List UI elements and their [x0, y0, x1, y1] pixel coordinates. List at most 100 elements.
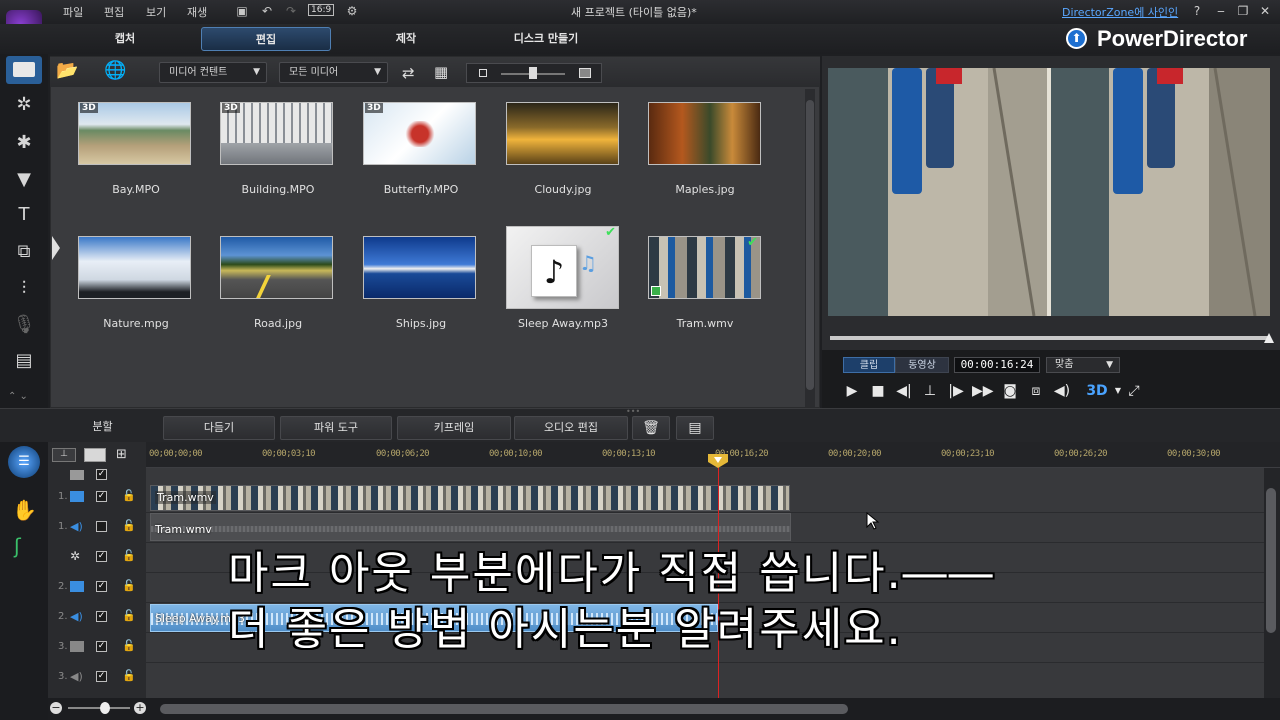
media-thumb-tram[interactable]: ✔ — [648, 236, 761, 299]
minimize-button[interactable]: ‒ — [1212, 3, 1230, 19]
more-features-icon[interactable]: ▤ — [676, 416, 714, 440]
restore-button[interactable]: ❐ — [1234, 3, 1252, 19]
lock-icon[interactable]: 🔓 — [122, 579, 136, 592]
voiceover-mic-icon[interactable]: 🎙 — [12, 313, 36, 337]
undock-preview-icon[interactable]: ⤢ — [1124, 381, 1144, 401]
track-enable-checkbox[interactable]: ✓ — [96, 581, 107, 592]
zoom-handle[interactable] — [529, 67, 537, 79]
track-enable-checkbox[interactable]: ✓ — [96, 641, 107, 652]
timeline-horizontal-scroll-thumb[interactable] — [160, 704, 848, 714]
menu-play[interactable]: 재생 — [187, 4, 207, 20]
fit-dropdown[interactable]: 맞춤 ▼ — [1046, 357, 1120, 373]
effects-fan-icon[interactable]: ✲ — [12, 93, 36, 117]
track-enable-checkbox[interactable]: ✓ — [96, 491, 107, 502]
grid-view-icon[interactable]: ▦ — [434, 63, 448, 81]
timeline-clip-audio-tram[interactable]: Tram.wmv — [150, 513, 791, 541]
zoom-out-icon[interactable]: − — [50, 702, 62, 714]
lock-icon[interactable]: 🔓 — [122, 669, 136, 682]
media-thumb-cloudy[interactable] — [506, 102, 619, 165]
audio-edit-button[interactable]: 오디오 편집 — [514, 416, 628, 440]
hand-tool-icon[interactable]: ✋ — [12, 498, 37, 522]
particle-icon[interactable]: ▼ — [12, 168, 36, 192]
power-tools-button[interactable]: 파워 도구 — [280, 416, 392, 440]
keyframe-button[interactable]: 키프레임 — [397, 416, 511, 440]
preview-seek-bar[interactable] — [830, 336, 1270, 340]
media-thumb-ships[interactable] — [363, 236, 476, 299]
tab-movie-mode[interactable]: 동영상 — [895, 357, 949, 373]
help-button[interactable]: ? — [1188, 3, 1206, 19]
import-folder-icon[interactable]: 📂 — [56, 60, 84, 82]
menu-file[interactable]: 파일 — [63, 4, 83, 20]
timeline-zoom-handle[interactable] — [100, 702, 110, 714]
track-enable-checkbox[interactable]: ✓ — [96, 551, 107, 562]
zoom-in-icon[interactable]: + — [134, 702, 146, 714]
playhead-marker[interactable] — [708, 454, 728, 468]
volume-icon[interactable]: ◀) — [1052, 381, 1072, 401]
download-globe-icon[interactable]: 🌐 — [104, 60, 132, 82]
play-icon[interactable]: ▶ — [842, 381, 862, 401]
settings-gear-icon[interactable]: ⚙ — [344, 3, 360, 19]
save-icon[interactable]: ▣ — [234, 3, 250, 19]
media-thumb-maples[interactable] — [648, 102, 761, 165]
preview-quality-icon[interactable]: ⧈ — [1026, 381, 1046, 401]
fast-forward-icon[interactable]: ▶▶ — [972, 381, 994, 401]
tab-edit[interactable]: 편집 — [201, 27, 331, 51]
timeline-clip-video-tram[interactable]: Tram.wmv — [150, 485, 790, 511]
trash-icon[interactable]: 🗑 — [632, 416, 670, 440]
add-track-icon[interactable]: ⊞ — [116, 447, 127, 462]
media-content-dropdown[interactable]: 미디어 컨텐트 ▼ — [159, 62, 267, 83]
fit-timeline-icon[interactable] — [84, 448, 106, 462]
rail-scroll-arrows[interactable]: ⌃ ⌄ — [8, 391, 28, 402]
undo-icon[interactable]: ↶ — [259, 3, 275, 19]
directorzone-signin-link[interactable]: DirectorZone에 사인인 — [1062, 4, 1178, 20]
aspect-ratio-button[interactable]: 16:9 — [308, 4, 335, 16]
previous-frame-icon[interactable]: ◀| — [894, 381, 914, 401]
lock-icon[interactable]: 🔓 — [122, 489, 136, 502]
lock-icon[interactable]: 🔓 — [122, 519, 136, 532]
media-thumb-bay[interactable]: 3D — [78, 102, 191, 165]
thumbnail-zoom-slider[interactable] — [466, 63, 602, 83]
magic-tool-icon[interactable]: ʃ — [14, 534, 21, 558]
menu-view[interactable]: 보기 — [146, 4, 166, 20]
timecode-display[interactable]: 00:00:16:24 — [954, 357, 1040, 373]
track-enable-checkbox[interactable]: ✓ — [96, 611, 107, 622]
redo-icon[interactable]: ↷ — [283, 3, 299, 19]
title-text-icon[interactable]: T — [12, 203, 36, 227]
storyboard-toggle-icon[interactable]: ☰ — [8, 446, 40, 478]
menu-edit[interactable]: 편집 — [104, 4, 124, 20]
panel-resize-handle[interactable]: ••• — [626, 407, 640, 416]
media-room-button[interactable] — [6, 56, 42, 84]
media-thumb-building[interactable]: 3D — [220, 102, 333, 165]
snapshot-camera-icon[interactable]: ◙ — [1000, 381, 1020, 401]
close-button[interactable]: ✕ — [1256, 3, 1274, 19]
library-scroll-thumb[interactable] — [806, 100, 814, 390]
sort-icon[interactable]: ⇄ — [402, 64, 415, 82]
tab-capture[interactable]: 캡처 — [60, 27, 190, 51]
split-marker-icon[interactable]: ⊥ — [920, 381, 940, 401]
timeline-vertical-scroll-thumb[interactable] — [1266, 488, 1276, 633]
pip-objects-icon[interactable]: ✱ — [12, 131, 36, 155]
media-filter-dropdown[interactable]: 모든 미디어 ▼ — [279, 62, 388, 83]
tab-produce[interactable]: 제작 — [341, 27, 471, 51]
split-button[interactable]: 분할 — [50, 416, 155, 440]
stop-icon[interactable]: ■ — [868, 381, 888, 401]
lock-icon[interactable]: 🔓 — [122, 639, 136, 652]
track-manager-icon[interactable]: ⊥ — [52, 448, 76, 462]
audio-mixer-icon[interactable]: ⫶ — [12, 277, 36, 301]
tab-create-disc[interactable]: 디스크 만들기 — [481, 27, 611, 51]
chapter-icon[interactable]: ▤ — [12, 349, 36, 373]
trim-button[interactable]: 다듬기 — [163, 416, 275, 440]
timeline-zoom-track[interactable] — [68, 707, 130, 709]
tab-clip-mode[interactable]: 클립 — [843, 357, 895, 373]
media-thumb-road[interactable] — [220, 236, 333, 299]
lock-icon[interactable]: 🔓 — [122, 549, 136, 562]
all-tracks-checkbox[interactable]: ✓ — [96, 469, 107, 480]
transition-icon[interactable]: ⧉ — [12, 240, 36, 264]
media-thumb-nature[interactable] — [78, 236, 191, 299]
track-enable-checkbox[interactable]: ✓ — [96, 671, 107, 682]
lock-icon[interactable]: 🔓 — [122, 609, 136, 622]
next-frame-icon[interactable]: |▶ — [946, 381, 966, 401]
media-thumb-sleep-away[interactable]: ✔ ♪ ♫ — [506, 226, 619, 309]
track-enable-checkbox[interactable] — [96, 521, 107, 532]
media-thumb-butterfly[interactable]: 3D — [363, 102, 476, 165]
